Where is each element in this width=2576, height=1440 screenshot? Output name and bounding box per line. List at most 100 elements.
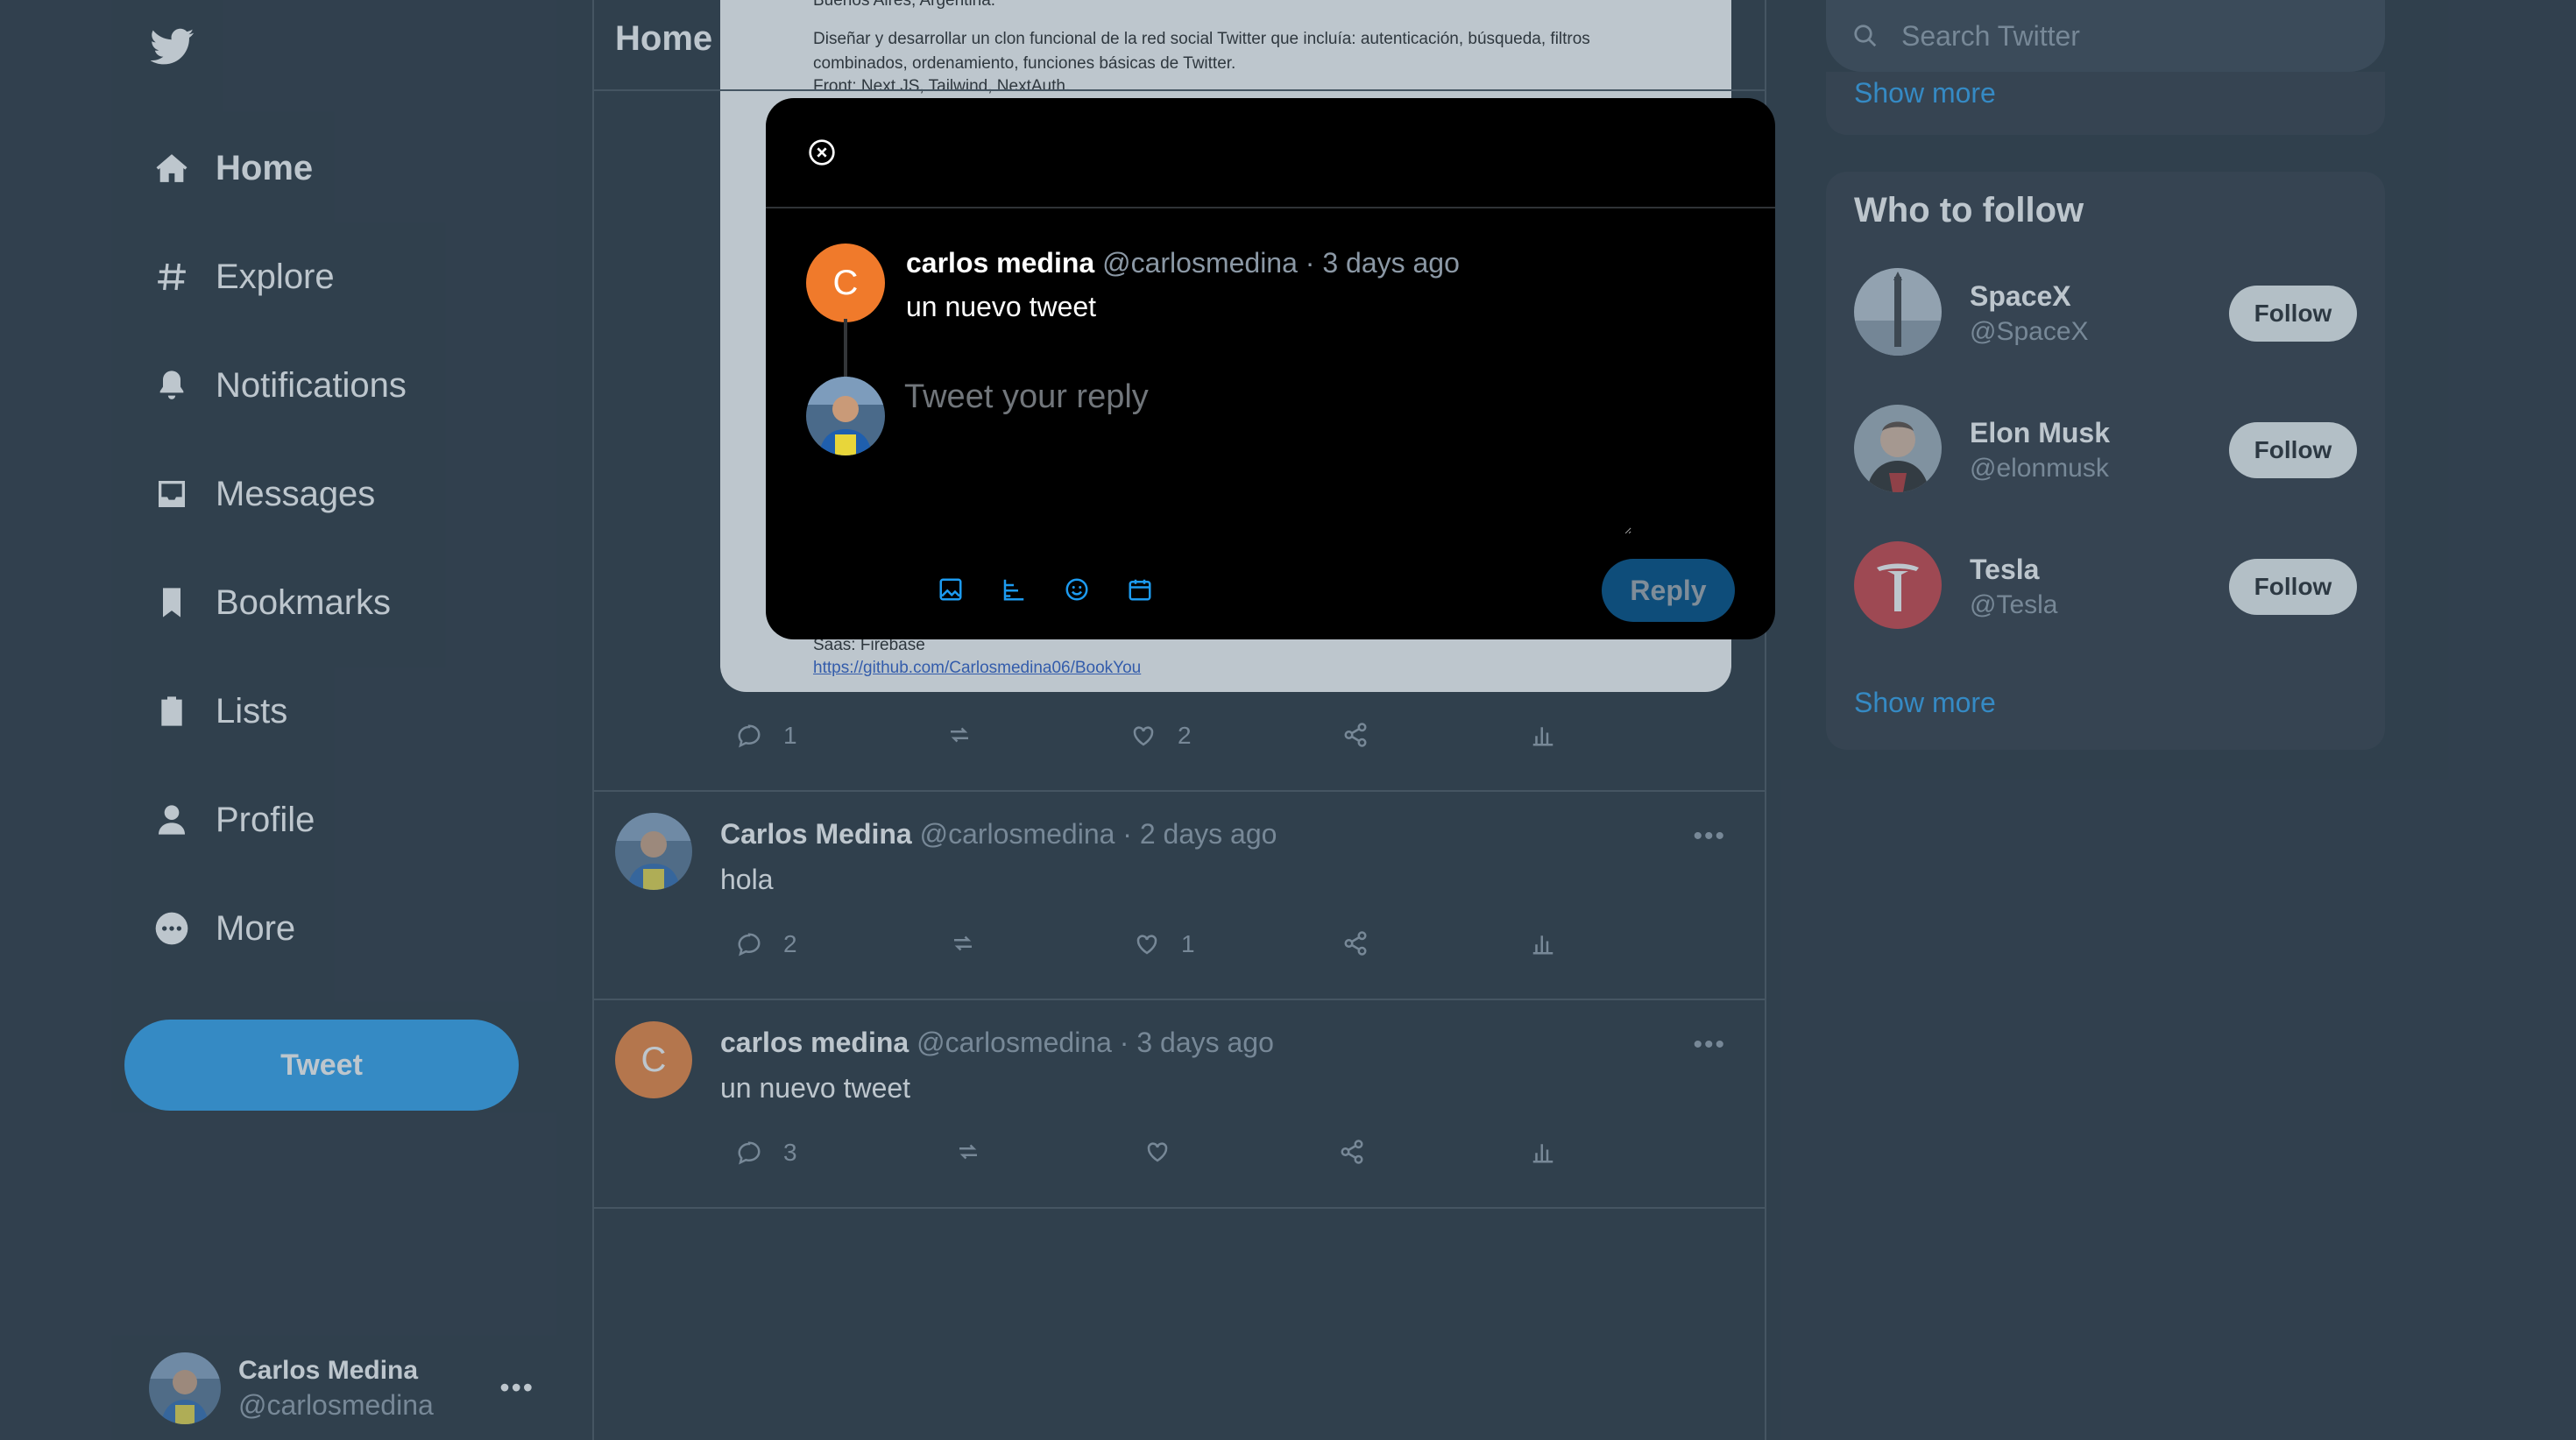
reply-button[interactable]: Reply (1602, 559, 1735, 622)
heart-icon (1147, 1142, 1168, 1162)
analytics-action[interactable] (1530, 1139, 1556, 1165)
like-action[interactable]: 2 (1130, 722, 1192, 750)
tweet-header: Carlos Medina @carlosmedina · 2 days ago (720, 818, 1277, 850)
tweet-button[interactable]: Tweet (124, 1020, 519, 1111)
reply-icon (738, 724, 761, 748)
follow-button[interactable]: Follow (2229, 559, 2357, 615)
tweet-author-name[interactable]: Carlos Medina (720, 818, 912, 850)
hashtag-icon (151, 256, 193, 298)
nav-profile-label: Profile (216, 800, 315, 839)
close-icon[interactable] (803, 133, 841, 172)
share-action[interactable] (1342, 722, 1369, 748)
follow-handle: @elonmusk (1970, 454, 2109, 483)
who-to-follow-panel: Who to follow SpaceX @SpaceX Follow Elon… (1826, 172, 2385, 750)
poll-icon[interactable] (999, 575, 1029, 604)
reply-count: 3 (783, 1139, 797, 1166)
nav-home[interactable]: Home (151, 133, 313, 203)
clipboard-icon (151, 690, 193, 732)
like-action[interactable] (1144, 1139, 1171, 1165)
follow-suggestion[interactable]: Elon Musk @elonmusk Follow (1854, 405, 2357, 492)
like-count: 1 (1181, 930, 1195, 957)
retweet-icon (951, 727, 968, 743)
avatar[interactable] (1854, 405, 1942, 492)
avatar[interactable] (615, 813, 692, 890)
tweet-timestamp: 2 days ago (1139, 818, 1277, 850)
avatar-letter: C (806, 244, 885, 322)
share-icon (1344, 931, 1367, 956)
nav-explore[interactable]: Explore (151, 242, 335, 312)
retweet-icon (959, 1144, 977, 1160)
share-icon (1344, 723, 1367, 747)
reply-action[interactable]: 1 (736, 722, 797, 750)
share-action[interactable] (1339, 1139, 1365, 1165)
nav-messages[interactable]: Messages (151, 459, 375, 529)
follow-button[interactable]: Follow (2229, 422, 2357, 478)
like-action[interactable]: 1 (1134, 930, 1195, 958)
nav-lists[interactable]: Lists (151, 676, 287, 746)
account-switcher[interactable]: Carlos Medina @carlosmedina ••• (149, 1349, 534, 1428)
retweet-action[interactable] (950, 930, 976, 956)
like-count: 2 (1178, 722, 1192, 749)
follow-show-more-link[interactable]: Show more (1854, 687, 1996, 719)
heart-icon (1136, 935, 1157, 955)
search-icon (1851, 21, 1880, 51)
more-circle-icon (151, 907, 193, 949)
reply-count: 1 (783, 722, 797, 749)
image-icon[interactable] (936, 575, 966, 604)
follow-suggestion[interactable]: Tesla @Tesla Follow (1854, 541, 2357, 629)
nav-more[interactable]: More (151, 893, 295, 964)
tweet-more-icon[interactable]: ••• (1693, 1030, 1726, 1060)
avatar[interactable]: C (615, 1021, 692, 1098)
follow-suggestion[interactable]: SpaceX @SpaceX Follow (1854, 268, 2357, 356)
avatar[interactable] (1854, 268, 1942, 356)
share-action[interactable] (1342, 930, 1369, 956)
trends-show-more-link[interactable]: Show more (1854, 77, 1996, 109)
nav-profile[interactable]: Profile (151, 785, 315, 855)
reply-count: 2 (783, 930, 797, 957)
reply-icon (738, 1141, 761, 1165)
reply-action[interactable]: 3 (736, 1139, 797, 1167)
reply-icon (738, 933, 761, 956)
original-tweet-header: carlos medina @carlosmedina · 3 days ago (906, 247, 1460, 279)
emoji-icon[interactable] (1062, 575, 1092, 604)
search-input[interactable] (1900, 18, 2359, 53)
doc-link[interactable]: https://github.com/Carlosmedina06/BookYo… (813, 659, 1141, 678)
tweet-author-name[interactable]: carlos medina (720, 1027, 909, 1058)
retweet-action[interactable] (946, 722, 973, 748)
reply-modal: C carlos medina @carlosmedina · 3 days a… (766, 98, 1775, 639)
search-bar[interactable] (1826, 0, 2385, 72)
avatar (806, 377, 885, 455)
analytics-action[interactable] (1530, 930, 1556, 956)
who-to-follow-title: Who to follow (1854, 191, 2084, 229)
avatar[interactable] (1854, 541, 1942, 629)
share-icon (1341, 1140, 1363, 1164)
analytics-action[interactable] (1530, 722, 1556, 748)
thread-connector (844, 319, 847, 380)
analytics-icon (1532, 935, 1553, 955)
follow-name: SpaceX (1970, 280, 2071, 312)
retweet-action[interactable] (955, 1139, 981, 1165)
tweet[interactable]: C carlos medina @carlosmedina · 3 days a… (594, 1000, 1765, 1207)
schedule-icon[interactable] (1125, 575, 1155, 604)
tweet-more-icon[interactable]: ••• (1693, 822, 1726, 851)
bell-icon (151, 364, 193, 406)
account-more-icon[interactable]: ••• (499, 1372, 534, 1404)
tweet-timestamp: 3 days ago (1136, 1027, 1274, 1058)
tweet-author-handle: @carlosmedina (919, 818, 1115, 850)
retweet-icon (954, 935, 972, 951)
original-tweet-text: un nuevo tweet (906, 291, 1097, 322)
heart-icon (1133, 726, 1154, 746)
nav-lists-label: Lists (216, 691, 288, 731)
home-icon (151, 147, 193, 189)
twitter-logo-icon[interactable] (150, 25, 195, 68)
tweet[interactable]: Carlos Medina @carlosmedina · 2 days ago… (594, 792, 1765, 999)
reply-action[interactable]: 2 (736, 930, 797, 958)
sidebar: Home Explore Notifications Messages Book… (0, 0, 592, 1440)
modal-header (766, 98, 1775, 208)
user-icon (151, 799, 193, 841)
nav-bookmarks[interactable]: Bookmarks (151, 568, 391, 638)
nav-notifications[interactable]: Notifications (151, 350, 407, 420)
reply-textarea[interactable] (902, 377, 1631, 534)
follow-button[interactable]: Follow (2229, 286, 2357, 342)
original-author-handle: @carlosmedina (1102, 247, 1298, 279)
